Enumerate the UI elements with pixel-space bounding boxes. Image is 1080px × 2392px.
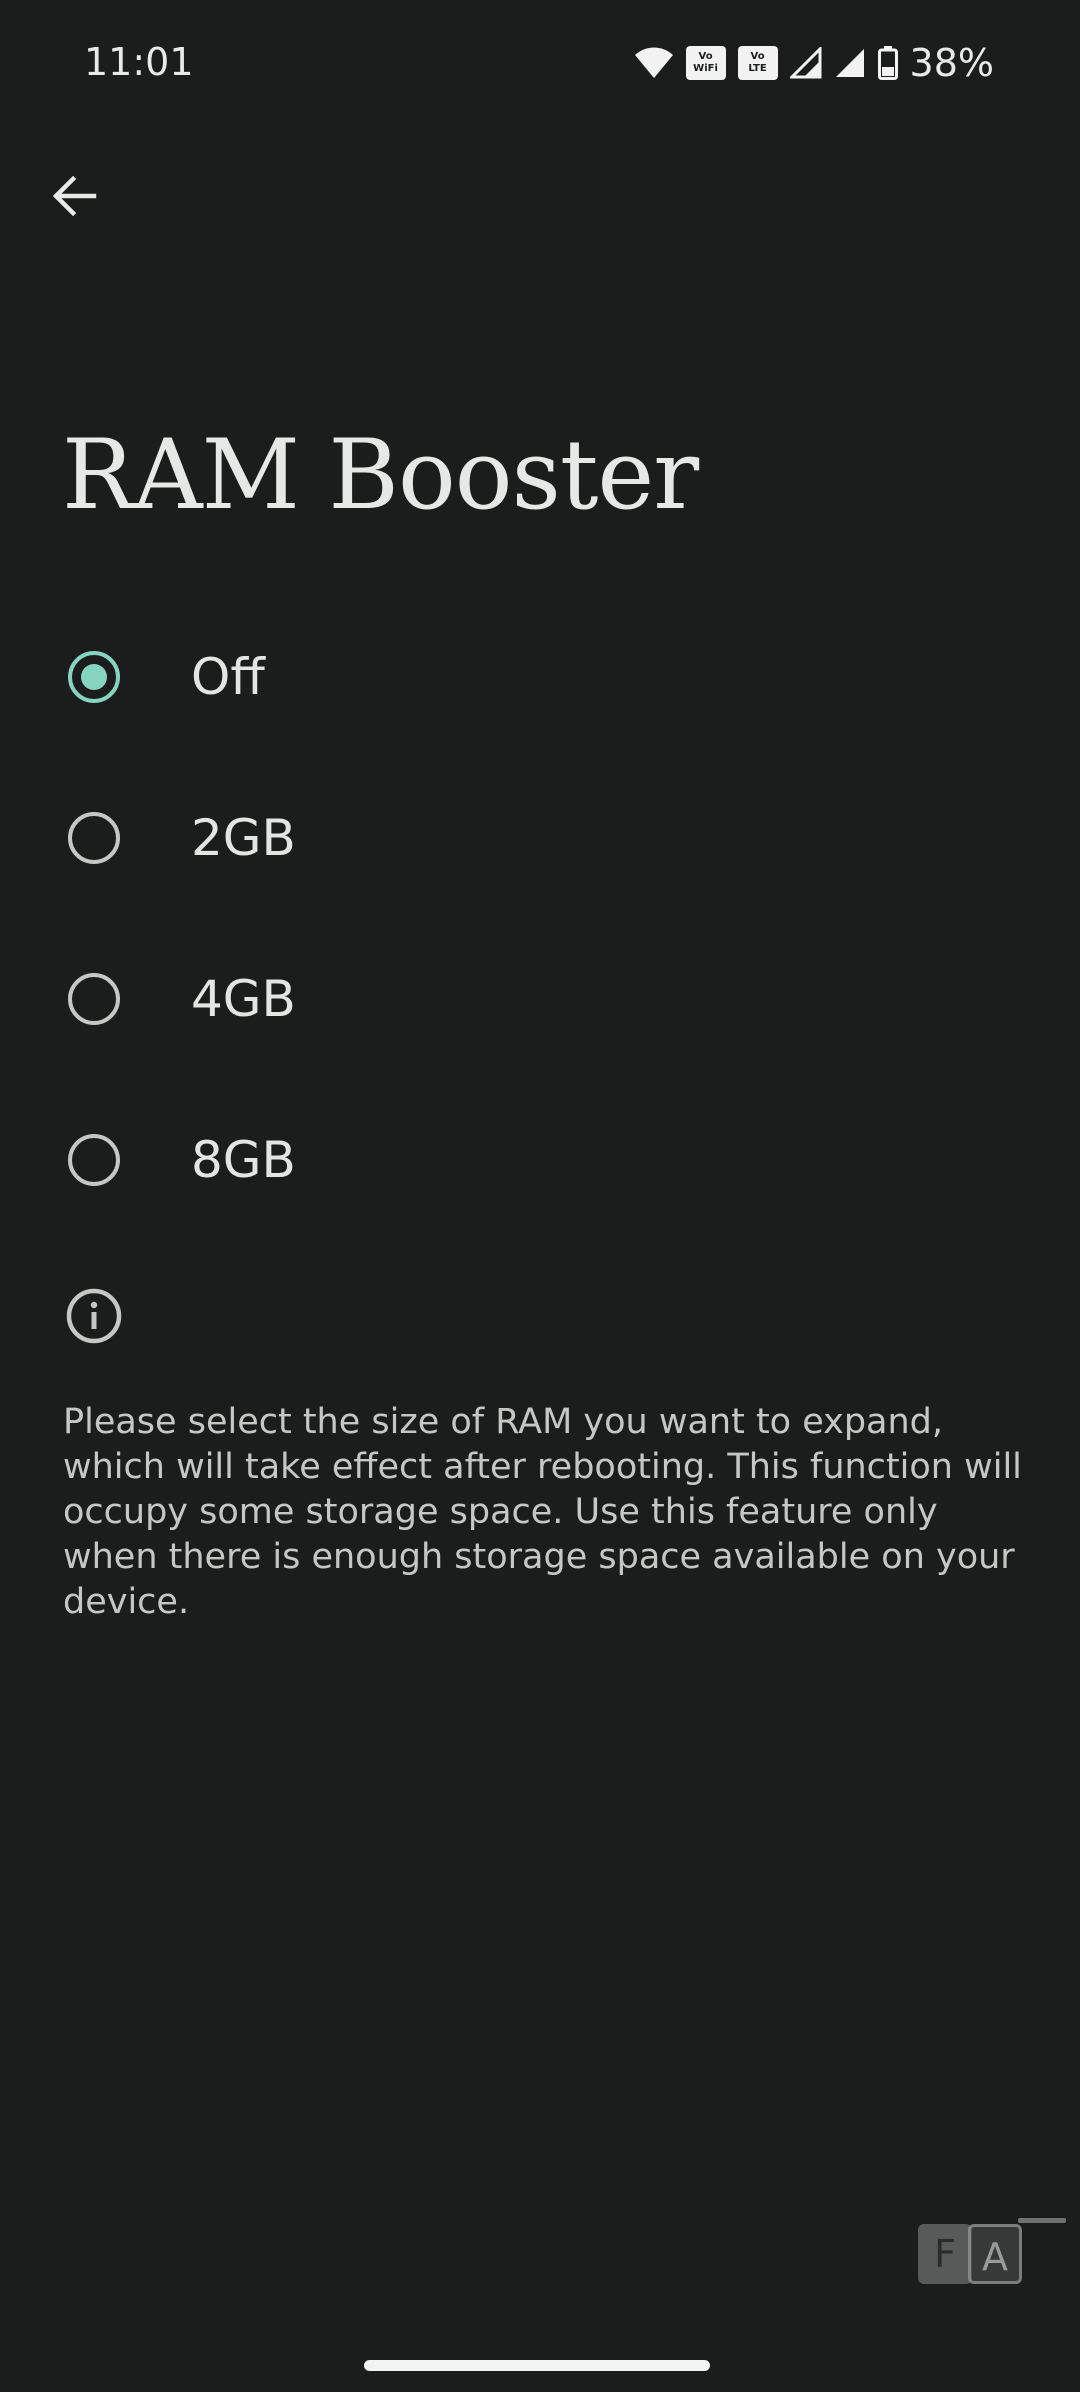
volte-icon: Vo LTE xyxy=(737,46,778,80)
vowifi-icon: Vo WiFi xyxy=(685,46,726,80)
radio-2gb[interactable] xyxy=(68,811,120,864)
status-time: 11:01 xyxy=(84,40,194,84)
page-title: RAM Booster xyxy=(62,419,699,531)
radio-8gb[interactable] xyxy=(68,1133,120,1186)
wifi-icon xyxy=(634,46,674,80)
arrow-left-icon xyxy=(52,175,97,217)
option-label: 2GB xyxy=(191,808,296,867)
option-8gb[interactable]: 8GB xyxy=(0,1079,1080,1240)
watermark-logo: F A xyxy=(918,2218,1068,2318)
battery-percent: 38% xyxy=(909,41,994,85)
signal-icon xyxy=(834,47,866,79)
status-icons: Vo WiFi Vo LTE 38% xyxy=(634,40,994,86)
radio-4gb[interactable] xyxy=(68,972,120,1025)
info-text: Please select the size of RAM you want t… xyxy=(63,1402,1022,1622)
watermark-line xyxy=(1018,2218,1066,2223)
status-bar: 11:01 Vo WiFi Vo LTE 38% xyxy=(0,0,1080,126)
option-4gb[interactable]: 4GB xyxy=(0,918,1080,1079)
option-off[interactable]: Off xyxy=(0,596,1080,757)
option-label: 4GB xyxy=(191,969,296,1028)
home-indicator[interactable] xyxy=(364,2360,710,2371)
radio-off[interactable] xyxy=(68,650,120,703)
option-label: Off xyxy=(191,647,265,706)
battery-icon xyxy=(877,46,898,80)
watermark-letter-a: A xyxy=(968,2224,1022,2284)
option-label: 8GB xyxy=(191,1130,296,1189)
watermark-letter-f: F xyxy=(918,2224,972,2284)
signal-icon xyxy=(789,47,822,79)
back-button[interactable] xyxy=(42,164,106,228)
ram-size-options: Off 2GB 4GB 8GB xyxy=(0,596,1080,1240)
option-2gb[interactable]: 2GB xyxy=(0,757,1080,918)
info-icon xyxy=(64,1286,124,1346)
